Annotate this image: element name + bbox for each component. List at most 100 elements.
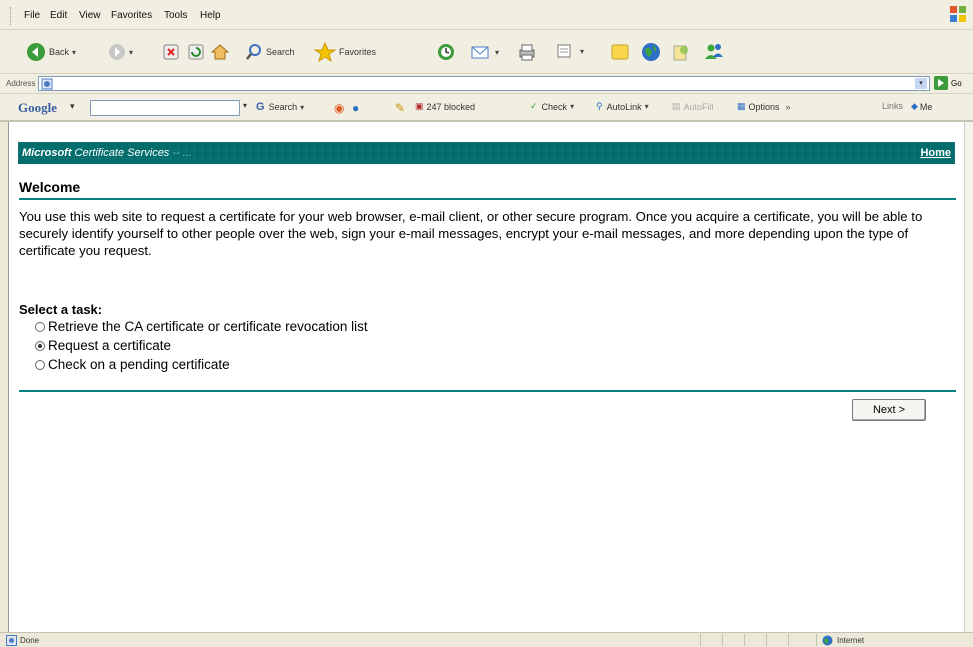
refresh-icon[interactable] bbox=[188, 44, 204, 60]
divider bbox=[19, 198, 956, 200]
autolink-label: AutoLink bbox=[606, 101, 642, 112]
me-link[interactable]: ◆ Me bbox=[911, 101, 932, 112]
search-label: Search bbox=[266, 47, 295, 57]
mail-icon bbox=[471, 46, 489, 59]
research-icon[interactable] bbox=[671, 42, 691, 62]
blocked-count-label: 247 blocked bbox=[426, 101, 476, 112]
status-text: Done bbox=[6, 635, 39, 646]
internet-globe-icon bbox=[822, 635, 833, 646]
check-label: Check bbox=[541, 101, 568, 112]
spell-check-button[interactable]: ✓ Check ▾ bbox=[530, 101, 574, 112]
menu-edit[interactable]: Edit bbox=[50, 10, 67, 21]
status-divider bbox=[700, 634, 701, 646]
stop-icon[interactable] bbox=[163, 44, 179, 60]
status-divider bbox=[722, 634, 723, 646]
option-label: Check on a pending certificate bbox=[48, 357, 230, 372]
chevron-down-icon[interactable]: ▾ bbox=[72, 48, 76, 57]
star-icon bbox=[314, 42, 336, 62]
windows-logo-icon bbox=[950, 6, 966, 22]
autofill-button[interactable]: ▤ AutoFill bbox=[672, 101, 714, 112]
page-done-icon bbox=[6, 635, 17, 646]
chevron-down-icon[interactable]: ▾ bbox=[645, 102, 649, 111]
globe-icon[interactable] bbox=[640, 41, 662, 63]
home-link[interactable]: Home bbox=[920, 147, 951, 159]
page-title-suffix: -- ... bbox=[172, 147, 192, 159]
back-arrow-icon bbox=[27, 43, 45, 61]
popup-blocked-icon: ▣ bbox=[415, 101, 424, 111]
google-search-button[interactable]: G Search ▾ bbox=[256, 101, 304, 113]
folder-icon[interactable] bbox=[610, 42, 630, 62]
page-info-icon[interactable]: ● bbox=[352, 101, 359, 115]
links-label: Links bbox=[882, 101, 904, 111]
favorites-button[interactable]: Favorites bbox=[314, 42, 376, 62]
options-label: Options bbox=[748, 101, 780, 112]
google-search-label: Search bbox=[268, 102, 298, 112]
search-button[interactable]: Search bbox=[245, 43, 295, 61]
links-button[interactable]: Links bbox=[882, 101, 903, 111]
options-button[interactable]: ▦ Options » bbox=[737, 101, 791, 112]
chevron-down-icon[interactable]: ▾ bbox=[129, 48, 133, 57]
popup-blocker-button[interactable]: ▣ 247 blocked bbox=[415, 101, 475, 112]
chevron-down-icon[interactable]: ▾ bbox=[570, 102, 574, 111]
page-viewport[interactable]: Microsoft Certificate Services -- ... Ho… bbox=[8, 122, 965, 632]
print-icon[interactable] bbox=[517, 43, 537, 61]
radio-request-certificate[interactable] bbox=[35, 340, 45, 351]
menu-tools[interactable]: Tools bbox=[164, 10, 187, 21]
menu-bar: File Edit View Favorites Tools Help bbox=[0, 0, 973, 30]
autofill-label: AutoFill bbox=[683, 101, 714, 112]
chevron-down-icon[interactable]: ▾ bbox=[495, 48, 499, 57]
go-button[interactable]: Go bbox=[934, 76, 962, 90]
autolink-button[interactable]: ⚲ AutoLink ▾ bbox=[596, 101, 649, 112]
google-g-icon: G bbox=[256, 101, 265, 113]
menu-help[interactable]: Help bbox=[200, 10, 221, 21]
address-bar: Address ▾ Go bbox=[0, 74, 973, 94]
chevron-down-icon[interactable]: ▾ bbox=[580, 47, 584, 56]
toolbar-grip[interactable] bbox=[10, 7, 13, 25]
option-label: Retrieve the CA certificate or certifica… bbox=[48, 319, 368, 334]
back-label: Back bbox=[49, 47, 70, 57]
menu-favorites[interactable]: Favorites bbox=[111, 10, 152, 21]
select-task-label: Select a task: bbox=[19, 302, 103, 317]
more-chevron-icon[interactable]: » bbox=[786, 102, 791, 112]
options-icon: ▦ bbox=[737, 101, 746, 111]
back-button[interactable]: Back ▾ bbox=[26, 42, 76, 62]
option-retrieve-ca[interactable]: Retrieve the CA certificate or certifica… bbox=[35, 319, 368, 334]
mail-button[interactable]: ▾ bbox=[470, 42, 499, 62]
edit-button[interactable]: ▾ bbox=[556, 43, 584, 59]
magnifier-icon: ⚲ bbox=[596, 101, 603, 111]
pagerank-icon[interactable]: ◉ bbox=[334, 101, 344, 115]
divider bbox=[19, 390, 956, 392]
address-input[interactable]: ▾ bbox=[38, 76, 930, 91]
history-icon[interactable] bbox=[436, 42, 456, 62]
forward-button[interactable]: ▾ bbox=[108, 43, 133, 61]
zone-label: Internet bbox=[837, 636, 865, 645]
chevron-down-icon[interactable]: ▾ bbox=[915, 78, 927, 89]
option-request-certificate[interactable]: Request a certificate bbox=[35, 338, 171, 353]
chevron-down-icon[interactable]: ▾ bbox=[300, 103, 304, 112]
search-icon bbox=[246, 44, 261, 60]
google-toolbar: Google ▾ ▾ G Search ▾ ◉ ● ✎ ▣ 247 blocke… bbox=[0, 94, 973, 122]
radio-retrieve-ca[interactable] bbox=[35, 321, 45, 332]
page-title-text: Certificate Services bbox=[71, 147, 170, 159]
radio-check-pending[interactable] bbox=[35, 359, 45, 370]
go-arrow-icon bbox=[934, 76, 948, 90]
google-logo[interactable]: Google bbox=[18, 100, 57, 116]
menu-view[interactable]: View bbox=[79, 10, 101, 21]
home-icon[interactable] bbox=[210, 42, 230, 62]
address-label: Address bbox=[6, 79, 36, 88]
next-button[interactable]: Next > bbox=[852, 399, 926, 421]
option-label: Request a certificate bbox=[48, 338, 172, 353]
google-search-input[interactable] bbox=[90, 100, 240, 116]
menu-file[interactable]: File bbox=[24, 10, 40, 21]
chevron-down-icon[interactable]: ▾ bbox=[70, 101, 75, 112]
highlight-icon[interactable]: ✎ bbox=[395, 101, 405, 115]
status-divider bbox=[788, 634, 789, 646]
standard-toolbar: Back ▾ ▾ Search Favorites ▾ ▾ bbox=[0, 30, 973, 74]
page-title: Microsoft Certificate Services -- ... bbox=[22, 147, 192, 159]
vertical-scrollbar[interactable] bbox=[964, 122, 973, 632]
chevron-down-icon[interactable]: ▾ bbox=[243, 101, 247, 110]
autofill-icon: ▤ bbox=[672, 101, 681, 111]
option-check-pending[interactable]: Check on a pending certificate bbox=[35, 357, 230, 372]
messenger-icon[interactable] bbox=[703, 42, 725, 62]
me-label: Me bbox=[919, 101, 933, 112]
